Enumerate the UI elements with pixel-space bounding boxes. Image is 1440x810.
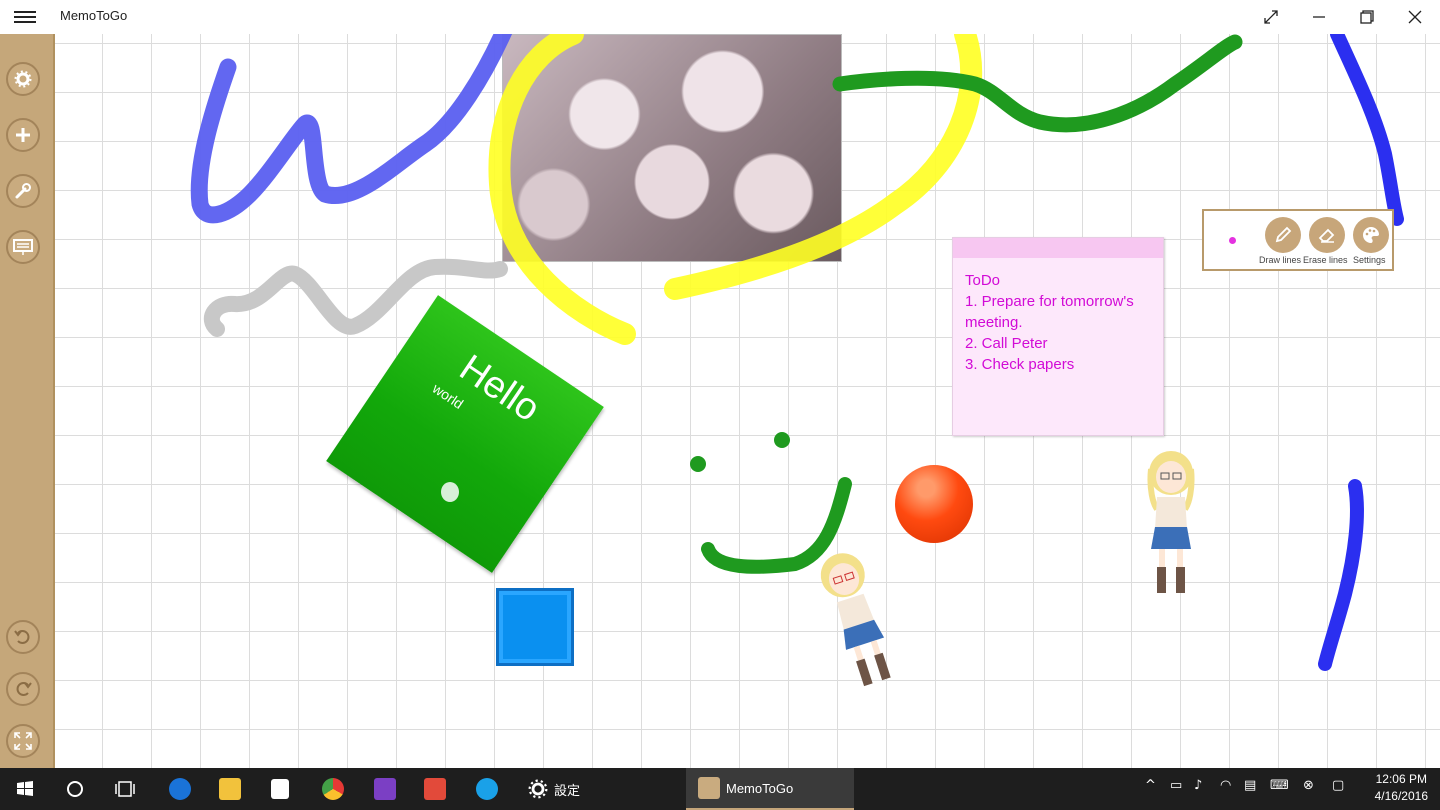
memotogo-taskbar-label: MemoToGo [726, 780, 794, 796]
draw-lines-label: Draw lines [1259, 255, 1302, 265]
blue-stroke-right-2 [1318, 479, 1364, 671]
redo-button[interactable] [6, 672, 40, 706]
settings-taskbar-button[interactable]: 設定 [518, 768, 618, 810]
board-icon [13, 239, 33, 255]
green-dot-2 [774, 432, 790, 448]
sticky-line: 3. Check papers [965, 356, 1075, 373]
tools-button[interactable] [6, 174, 40, 208]
chrome-taskbar-button[interactable] [308, 768, 358, 810]
eraser-icon [1318, 228, 1335, 243]
ink-strokes-layer [190, 34, 1404, 671]
yellow-stroke [488, 34, 636, 345]
restore-icon [1360, 10, 1374, 24]
cortana-button[interactable] [50, 768, 100, 810]
erase-lines-label: Erase lines [1303, 255, 1348, 265]
message-icon[interactable]: ▤ [1244, 778, 1256, 793]
window-title: MemoToGo [60, 8, 128, 23]
edge-taskbar-button[interactable] [155, 768, 205, 810]
green-note-title: Hello [451, 346, 548, 431]
memotogo-icon [698, 777, 720, 799]
fullscreen-icon [14, 732, 32, 750]
gear-icon [14, 70, 32, 88]
start-button[interactable] [0, 768, 50, 810]
edge-icon [169, 778, 191, 800]
sticky-line: ToDo [965, 272, 1001, 289]
sticky-note-header [953, 238, 1163, 258]
circle-icon [67, 781, 83, 797]
ie-taskbar-button[interactable] [462, 768, 512, 810]
erase-lines-button[interactable] [1309, 217, 1345, 253]
redo-icon [16, 682, 32, 696]
folder-icon [219, 778, 241, 800]
visualstudio-taskbar-button[interactable] [360, 768, 410, 810]
pen-color-dot[interactable] [1229, 237, 1236, 244]
restore-button[interactable] [1344, 0, 1390, 34]
green-note-dot [441, 482, 459, 502]
sticky-line: 1. Prepare for tomorrow's meeting. [965, 293, 1138, 331]
pen-settings-label: Settings [1353, 255, 1386, 265]
pen-settings-button[interactable] [1353, 217, 1389, 253]
purple-stroke [190, 34, 513, 224]
paint-taskbar-button[interactable] [410, 768, 460, 810]
board-button[interactable] [6, 230, 40, 264]
windows-icon [17, 781, 33, 796]
expand-icon [1264, 10, 1278, 24]
clock-date: 4/16/2016 [1374, 789, 1428, 803]
orange-ball-shape[interactable] [895, 465, 973, 543]
taskview-icon [115, 781, 135, 797]
sticky-line: 2. Call Peter [965, 335, 1048, 352]
anime-girl-standing[interactable] [1143, 449, 1199, 599]
hamburger-menu-icon[interactable] [14, 8, 36, 26]
drawing-canvas[interactable]: Hello world ToDo 1. Prepare for tomorrow… [55, 34, 1440, 768]
pen-panel: Draw lines Erase lines Settings [1202, 209, 1394, 271]
task-view-button[interactable] [100, 768, 150, 810]
title-bar: MemoToGo [0, 0, 1440, 34]
volume-icon[interactable]: ♪ [1194, 778, 1202, 793]
plus-icon [16, 128, 30, 142]
explorer-taskbar-button[interactable] [205, 768, 255, 810]
close-button[interactable] [1392, 0, 1438, 34]
keyboard-icon[interactable]: ⌨ [1270, 778, 1289, 793]
green-stroke-top [832, 34, 1243, 133]
palette-icon [1363, 226, 1379, 243]
chevron-up-icon[interactable]: ^ [1145, 778, 1156, 793]
draw-lines-button[interactable] [1265, 217, 1301, 253]
store-icon [271, 779, 289, 799]
paint-icon [424, 778, 446, 800]
minimize-icon [1313, 16, 1325, 18]
sticky-note[interactable]: ToDo 1. Prepare for tomorrow's meeting. … [952, 237, 1164, 436]
battery-icon[interactable]: ▭ [1170, 778, 1182, 793]
add-button[interactable] [6, 118, 40, 152]
left-toolbar [0, 34, 55, 768]
settings-taskbar-label: 設定 [554, 782, 581, 798]
expand-button[interactable] [1248, 0, 1294, 34]
blue-square-shape[interactable] [496, 588, 574, 666]
green-dot-1 [690, 456, 706, 472]
action-center-icon[interactable]: ▢ [1332, 778, 1344, 793]
close-icon [1408, 10, 1422, 24]
visualstudio-icon [374, 778, 396, 800]
wrench-icon [15, 183, 31, 199]
ie-icon [476, 778, 498, 800]
taskbar: 設定 MemoToGo ^ ▭ ♪ ◠ ▤ ⌨ ⊗ ▢ 12:06 PM 4/1… [0, 768, 1440, 810]
store-taskbar-button[interactable] [255, 768, 305, 810]
close-circle-icon[interactable]: ⊗ [1303, 778, 1314, 793]
pencil-icon [1275, 226, 1292, 243]
memotogo-taskbar-button[interactable]: MemoToGo [686, 768, 854, 810]
gear-icon [528, 779, 548, 799]
blue-stroke-right [1330, 34, 1404, 226]
fullscreen-button[interactable] [6, 724, 40, 758]
minimize-button[interactable] [1296, 0, 1342, 34]
sticky-note-text: ToDo 1. Prepare for tomorrow's meeting. … [953, 258, 1163, 387]
taskbar-clock[interactable]: 12:06 PM 4/16/2016 [1375, 771, 1428, 805]
undo-button[interactable] [6, 620, 40, 654]
clock-time: 12:06 PM [1375, 772, 1427, 786]
wifi-icon[interactable]: ◠ [1220, 778, 1231, 793]
settings-button[interactable] [6, 62, 40, 96]
green-smile-stroke [701, 477, 852, 574]
chrome-icon [322, 778, 344, 800]
undo-icon [14, 630, 30, 644]
